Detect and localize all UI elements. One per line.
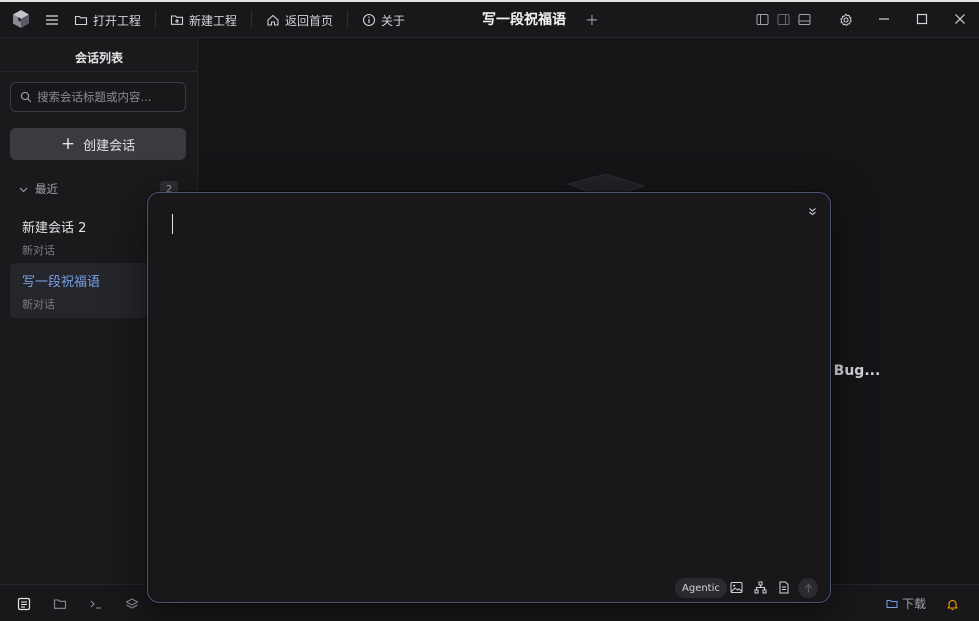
send-arrow-icon — [804, 583, 812, 592]
toolbar-divider — [251, 11, 252, 28]
gear-icon — [839, 13, 852, 26]
prompt-input[interactable] — [168, 211, 798, 551]
new-project-button[interactable]: 新建工程 — [170, 9, 237, 31]
back-home-button[interactable]: 返回首页 — [266, 9, 333, 31]
bell-icon — [946, 599, 958, 610]
terminal-view-button[interactable] — [86, 594, 106, 614]
layers-icon — [125, 598, 139, 609]
app-window: 打开工程 新建工程 返回首页 关于 写一段祝福语 + 会话列表 搜索会话标题或内… — [0, 0, 979, 621]
settings-button[interactable] — [838, 12, 853, 27]
folder-open-icon — [74, 15, 88, 26]
chevron-down-icon — [19, 187, 28, 192]
plus-icon: + — [60, 134, 76, 154]
chat-view-button[interactable] — [14, 594, 34, 614]
create-conversation-label: 创建会话 — [83, 138, 136, 154]
window-top-edge — [0, 0, 979, 2]
toolbar-divider — [347, 11, 348, 28]
add-tab-button[interactable]: + — [584, 10, 600, 29]
open-project-label: 打开工程 — [93, 13, 142, 28]
conversation-title: 新建会话 2 — [22, 221, 87, 236]
maximize-icon — [916, 13, 928, 25]
layers-view-button[interactable] — [122, 594, 142, 614]
folder-icon — [886, 599, 898, 608]
mode-selector[interactable]: Agentic — [675, 578, 727, 598]
attach-document-button[interactable] — [776, 579, 792, 595]
minimize-button[interactable] — [877, 12, 891, 26]
close-icon — [955, 14, 965, 24]
conversation-subtitle: 新对话 — [22, 298, 55, 311]
sidebar-title: 会话列表 — [74, 51, 123, 65]
search-icon — [20, 91, 32, 103]
hierarchy-icon — [754, 581, 766, 593]
folder-icon — [53, 599, 67, 609]
info-icon — [362, 13, 376, 27]
minimize-icon — [879, 18, 889, 20]
tab-title[interactable]: 写一段祝福语 — [482, 9, 566, 29]
app-logo-icon — [13, 10, 29, 28]
create-conversation-button[interactable]: + 创建会话 — [10, 128, 186, 160]
download-label: 下载 — [902, 597, 927, 611]
bottom-panel-icon — [798, 13, 810, 25]
recent-group-label: 最近 — [35, 182, 58, 196]
send-button[interactable] — [798, 578, 818, 598]
new-project-label: 新建工程 — [189, 13, 238, 28]
prompt-editor: Agentic — [147, 192, 831, 603]
attach-image-button[interactable] — [728, 579, 744, 595]
conversation-title: 写一段祝福语 — [22, 275, 101, 290]
hamburger-menu-button[interactable] — [45, 9, 64, 31]
chat-icon — [17, 597, 31, 611]
search-box[interactable] — [10, 82, 186, 112]
collapse-editor-button[interactable] — [804, 203, 820, 219]
home-icon — [267, 14, 279, 26]
terminal-icon — [90, 600, 101, 609]
toolbar-divider — [155, 11, 156, 28]
back-home-label: 返回首页 — [285, 13, 334, 28]
about-button[interactable]: 关于 — [362, 9, 405, 31]
toggle-left-panel-button[interactable] — [755, 12, 769, 26]
title-bar: 打开工程 新建工程 返回首页 关于 写一段祝福语 + — [0, 0, 979, 38]
conversation-subtitle: 新对话 — [22, 244, 55, 257]
sidebar-divider — [0, 71, 198, 72]
right-panel-icon — [777, 13, 789, 25]
toggle-bottom-panel-button[interactable] — [797, 12, 811, 26]
structure-button[interactable] — [752, 579, 768, 595]
left-panel-icon — [756, 13, 768, 25]
download-button[interactable]: 下载 — [886, 595, 926, 612]
document-icon — [779, 581, 789, 593]
hamburger-icon — [46, 15, 58, 25]
new-folder-icon — [170, 15, 184, 25]
chevrons-down-icon — [808, 207, 816, 215]
recent-group-toggle[interactable]: 最近 — [18, 181, 58, 197]
toggle-right-panel-button[interactable] — [776, 12, 790, 26]
search-input[interactable] — [37, 90, 182, 104]
open-project-button[interactable]: 打开工程 — [74, 9, 141, 31]
maximize-button[interactable] — [915, 12, 929, 26]
image-icon — [730, 581, 742, 593]
background-hint-text: j Bug... — [824, 363, 881, 379]
text-caret — [172, 214, 173, 234]
close-window-button[interactable] — [953, 12, 967, 26]
files-view-button[interactable] — [50, 594, 70, 614]
notifications-button[interactable] — [942, 594, 962, 614]
about-label: 关于 — [381, 13, 406, 28]
